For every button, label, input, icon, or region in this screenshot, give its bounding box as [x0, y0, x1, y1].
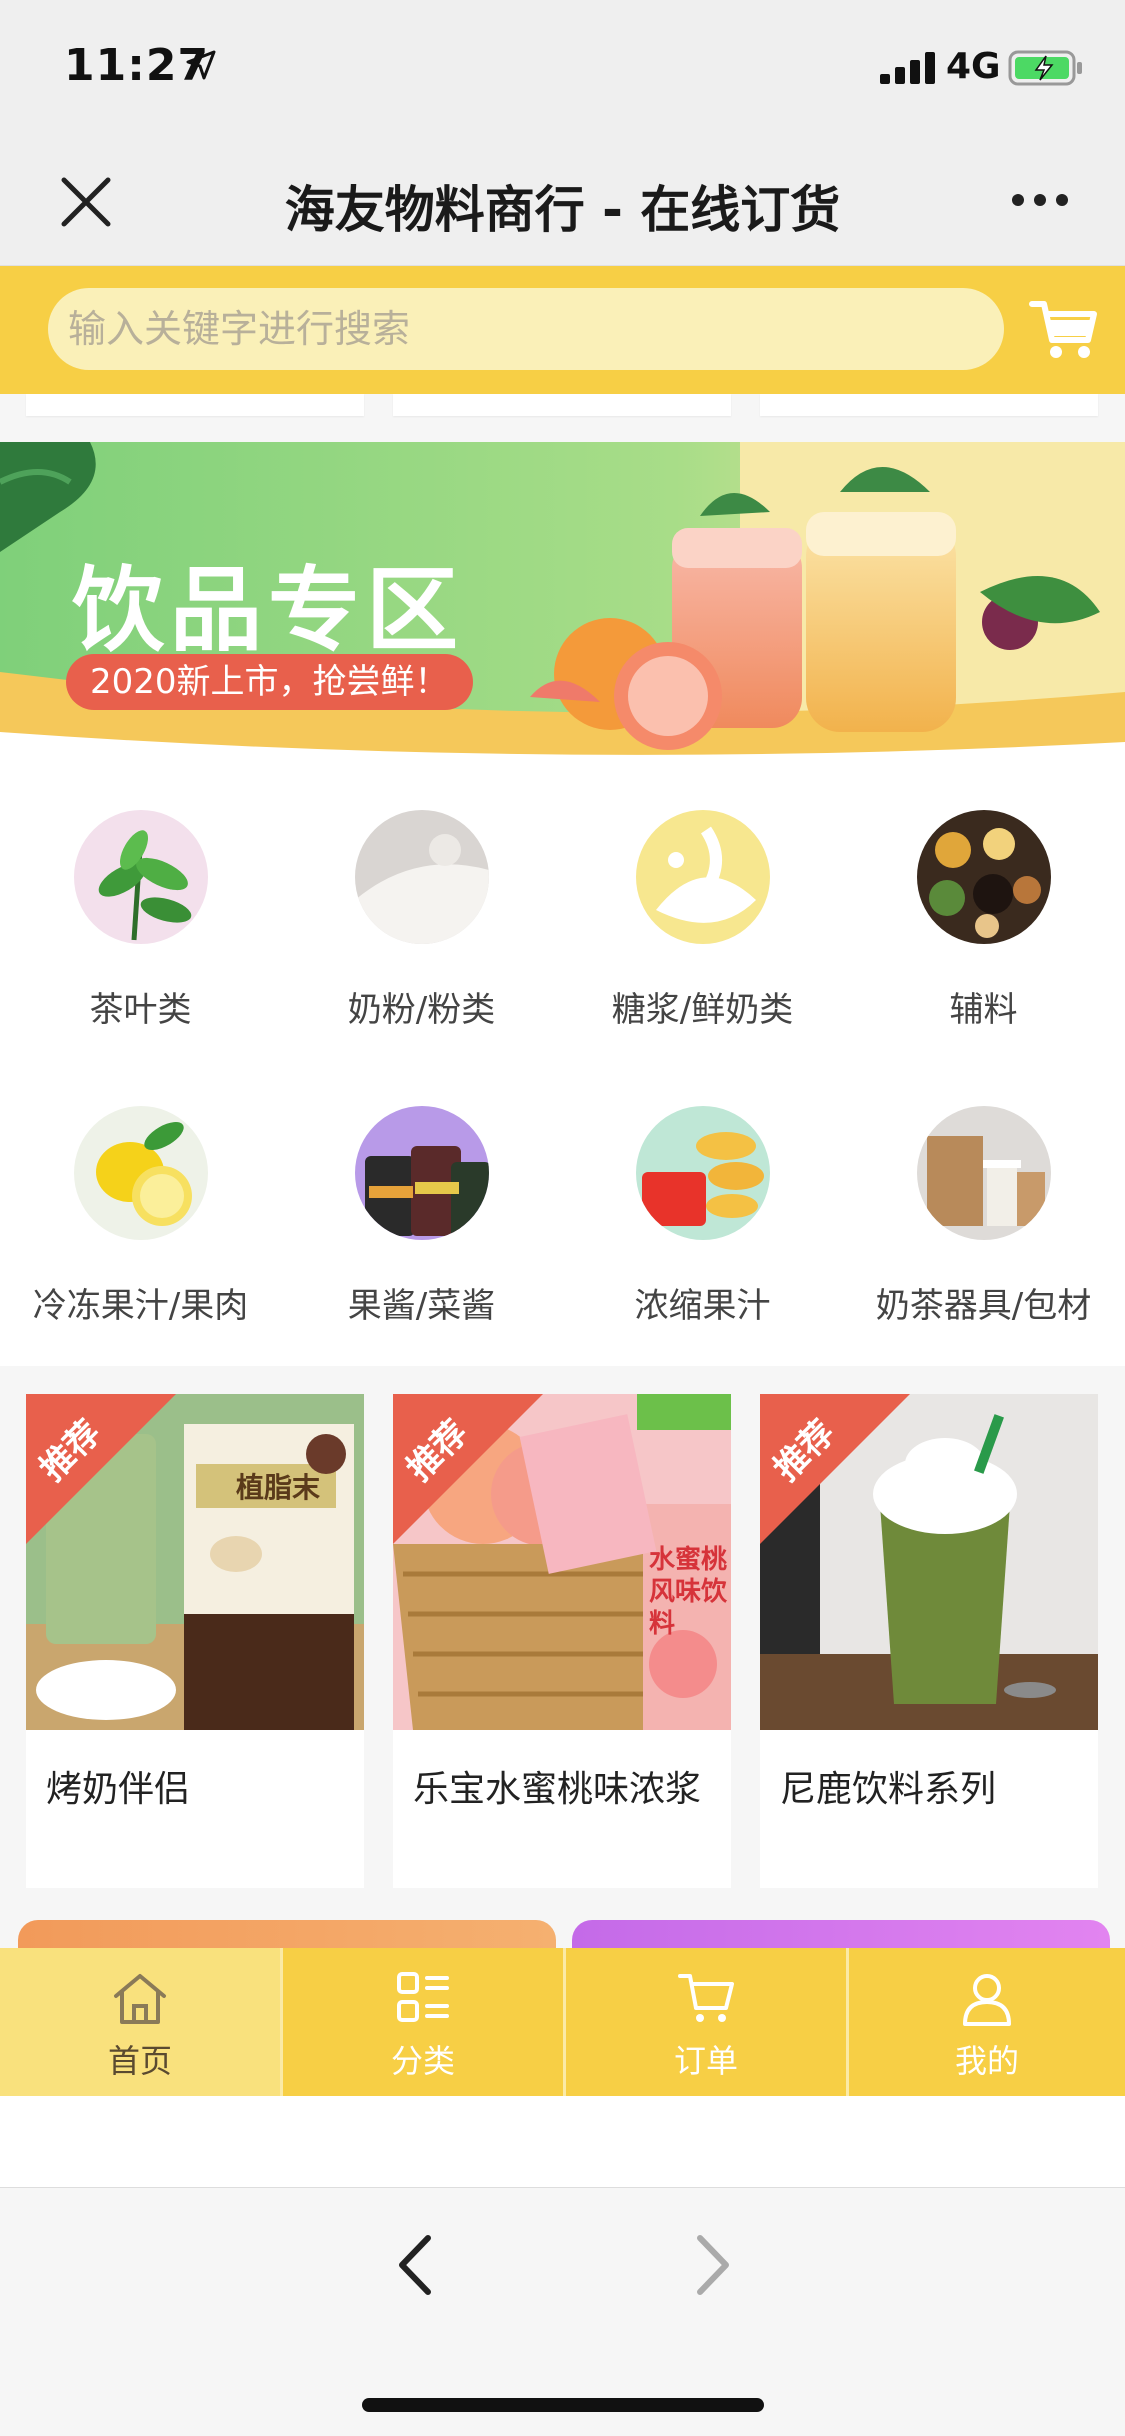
main-content[interactable]: 饮品专区 2020新上市，抢尝鲜！ 茶叶类 奶粉/粉类 糖浆/鲜奶类 辅料 冷冻…: [0, 394, 1125, 1948]
product-name: 乐宝水蜜桃味浓浆: [413, 1769, 702, 1810]
user-icon: [963, 1974, 1011, 2026]
milk-powder-icon: [354, 810, 489, 944]
product-image: 水蜜桃风味饮料 推荐: [393, 1394, 731, 1730]
location-arrow-icon: [186, 50, 216, 80]
product-card[interactable]: 水蜜桃风味饮料 推荐 乐宝水蜜桃味浓浆: [393, 1394, 731, 1888]
package-label: 水蜜桃风味饮料: [649, 1545, 728, 1639]
jam-jar-icon: [354, 1106, 489, 1240]
search-bar: [0, 266, 1125, 394]
product-image: 推荐: [760, 1394, 1098, 1730]
status-bar: 11:27 4G: [0, 0, 1125, 140]
juice-concentrate-icon: [635, 1106, 770, 1240]
more-icon[interactable]: [1010, 184, 1070, 216]
page-bottom-space: [0, 2096, 1125, 2188]
tab-label: 首页: [107, 2042, 172, 2080]
product-name: 尼鹿饮料系列: [780, 1769, 997, 1810]
promo-banner-left[interactable]: [18, 1920, 556, 1948]
tab-profile[interactable]: 我的: [849, 1948, 1125, 2096]
category-label: 奶茶器具/包材: [875, 1286, 1092, 1326]
tea-leaf-icon: [73, 810, 208, 944]
category-label: 糖浆/鲜奶类: [611, 990, 794, 1030]
category-frozen-juice[interactable]: 冷冻果汁/果肉: [0, 1106, 281, 1327]
category-grid: 茶叶类 奶粉/粉类 糖浆/鲜奶类 辅料 冷冻果汁/果肉 果酱/菜酱 浓缩果汁 奶…: [0, 772, 1125, 1366]
home-icon: [114, 1974, 166, 2024]
category-icon: [397, 1972, 449, 2022]
category-label: 茶叶类: [89, 990, 192, 1030]
back-arrow-icon[interactable]: [390, 2230, 440, 2300]
forward-arrow-icon[interactable]: [688, 2230, 738, 2300]
tab-category[interactable]: 分类: [283, 1948, 563, 2096]
cup-package-icon: [916, 1106, 1051, 1240]
cart-icon[interactable]: [1028, 294, 1100, 366]
category-label: 浓缩果汁: [634, 1286, 771, 1326]
category-concentrate[interactable]: 浓缩果汁: [562, 1106, 843, 1327]
card-stub: [760, 394, 1098, 416]
package-label: 植脂末: [236, 1471, 321, 1504]
ingredients-icon: [916, 810, 1051, 944]
signal-icon: [880, 52, 935, 84]
tab-label: 订单: [673, 2042, 738, 2080]
tab-orders[interactable]: 订单: [566, 1948, 846, 2096]
category-tea[interactable]: 茶叶类: [0, 810, 281, 1031]
promo-banner-right[interactable]: [572, 1920, 1110, 1948]
tab-home[interactable]: 首页: [0, 1948, 280, 2096]
product-name: 烤奶伴侣: [46, 1769, 191, 1810]
category-label: 冷冻果汁/果肉: [32, 1286, 249, 1326]
tab-bar: 首页 分类 订单 我的: [0, 1948, 1125, 2096]
category-milk-powder[interactable]: 奶粉/粉类: [281, 810, 562, 1031]
cart-icon: [678, 1974, 734, 2022]
product-card[interactable]: 植脂末 推荐 烤奶伴侣: [26, 1394, 364, 1888]
syrup-milk-icon: [635, 810, 770, 944]
home-indicator: [362, 2398, 764, 2412]
product-card[interactable]: 推荐 尼鹿饮料系列: [760, 1394, 1098, 1888]
battery-charging-icon: [1008, 50, 1082, 86]
banner-title: 饮品专区: [72, 557, 465, 664]
tab-label: 分类: [390, 2042, 455, 2080]
drinks-banner[interactable]: 饮品专区 2020新上市，抢尝鲜！: [0, 442, 1125, 772]
banner-subtitle: 2020新上市，抢尝鲜！: [66, 654, 473, 710]
category-cups-packaging[interactable]: 奶茶器具/包材: [843, 1106, 1124, 1327]
tab-label: 我的: [954, 2042, 1019, 2080]
page-title: 海友物料商行 - 在线订货: [284, 181, 841, 239]
category-label: 果酱/菜酱: [347, 1286, 496, 1326]
product-image: 植脂末 推荐: [26, 1394, 364, 1730]
category-syrup-milk[interactable]: 糖浆/鲜奶类: [562, 810, 843, 1031]
previous-cards-stub: [0, 394, 1125, 416]
card-stub: [26, 394, 364, 416]
category-ingredients[interactable]: 辅料: [843, 810, 1124, 1031]
network-label: 4G: [946, 46, 1001, 87]
lemon-icon: [73, 1106, 208, 1240]
search-input[interactable]: [48, 288, 1004, 370]
card-stub: [393, 394, 731, 416]
category-jam[interactable]: 果酱/菜酱: [281, 1106, 562, 1327]
nav-bar: 海友物料商行 - 在线订货: [0, 140, 1125, 266]
category-label: 辅料: [949, 990, 1018, 1030]
category-label: 奶粉/粉类: [347, 990, 496, 1030]
browser-toolbar: [0, 2188, 1125, 2436]
